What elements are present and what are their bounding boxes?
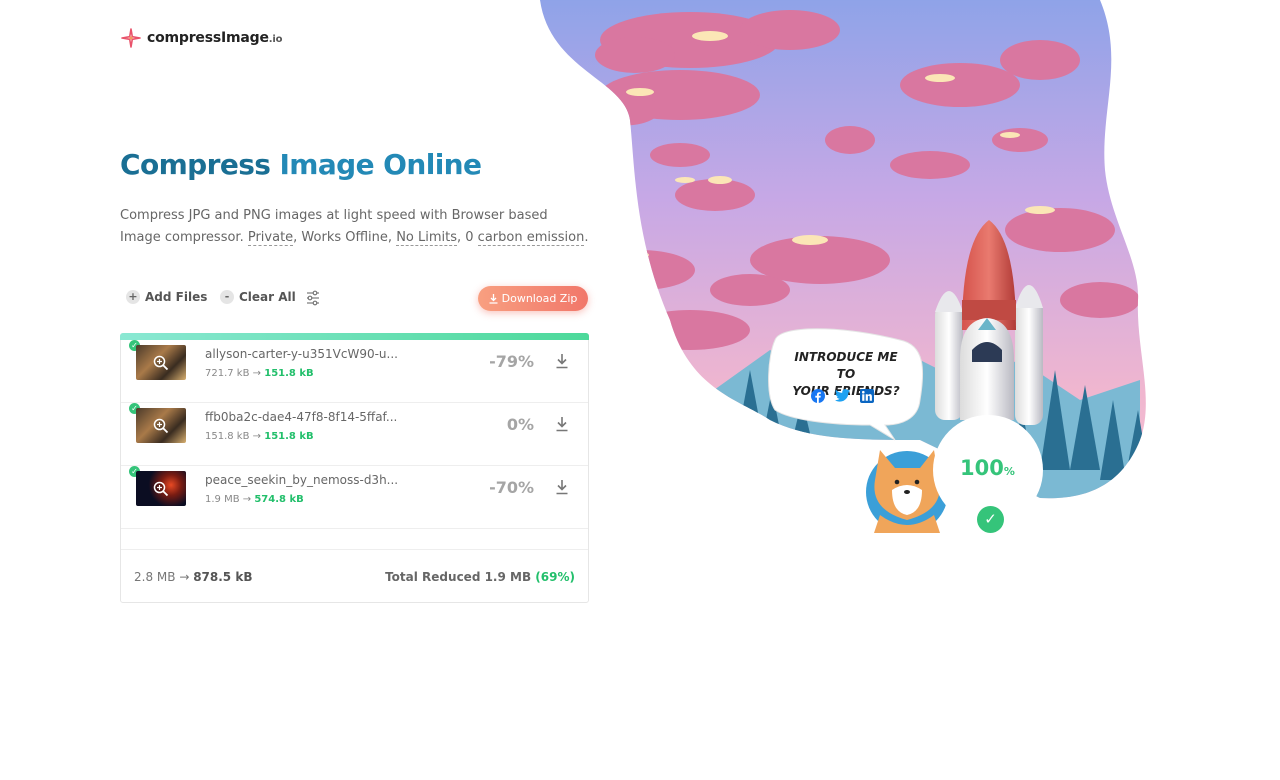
brand-name: compressImage.io bbox=[147, 30, 283, 46]
reduction-percent: 0% bbox=[506, 415, 534, 434]
completion-percent: 100% bbox=[960, 456, 1015, 480]
summary-footer: 2.8 MB → 878.5 kB Total Reduced 1.9 MB (… bbox=[121, 549, 588, 602]
private-link[interactable]: Private bbox=[247, 230, 294, 246]
file-thumbnail[interactable] bbox=[136, 345, 186, 380]
file-row: ✓ allyson-carter-y-u351VcW90-u... 721.7 … bbox=[121, 340, 588, 403]
zoom-icon bbox=[153, 355, 169, 371]
reduction-percent: -70% bbox=[489, 478, 534, 497]
page-title: Compress Image Online bbox=[120, 148, 482, 181]
check-circle-icon: ✓ bbox=[977, 506, 1004, 533]
hero-illustration bbox=[540, 0, 1160, 560]
rocket-scene-image bbox=[540, 0, 1146, 538]
file-name: allyson-carter-y-u351VcW90-u... bbox=[205, 347, 398, 361]
page-description: Compress JPG and PNG images at light spe… bbox=[120, 208, 589, 246]
share-buttons bbox=[811, 389, 874, 403]
brand-tld: .io bbox=[268, 34, 283, 45]
download-icon bbox=[489, 293, 498, 304]
file-thumbnail[interactable] bbox=[136, 471, 186, 506]
sparkle-logo-icon bbox=[121, 28, 141, 48]
brand-logo[interactable]: compressImage.io bbox=[121, 28, 282, 48]
add-files-button[interactable]: + Add Files bbox=[126, 290, 207, 304]
file-name: peace_seekin_by_nemoss-d3h... bbox=[205, 473, 399, 487]
files-panel: ✓ allyson-carter-y-u351VcW90-u... 721.7 … bbox=[120, 333, 589, 603]
clear-all-label: Clear All bbox=[239, 290, 296, 304]
add-files-label: Add Files bbox=[145, 290, 208, 304]
file-sizes: 1.9 MB → 574.8 kB bbox=[205, 494, 304, 505]
linkedin-icon[interactable] bbox=[860, 389, 874, 403]
file-thumbnail[interactable] bbox=[136, 408, 186, 443]
toolbar: + Add Files - Clear All Download Zip bbox=[120, 283, 588, 313]
zoom-icon bbox=[153, 481, 169, 497]
clear-all-button[interactable]: - Clear All bbox=[220, 290, 296, 304]
minus-icon: - bbox=[220, 290, 234, 304]
file-row: ✓ ffb0ba2c-dae4-47f8-8f14-5ffaf... 151.8… bbox=[121, 403, 588, 466]
zoom-icon bbox=[153, 418, 169, 434]
file-row: ✓ peace_seekin_by_nemoss-d3h... 1.9 MB →… bbox=[121, 466, 588, 529]
plus-icon: + bbox=[126, 290, 140, 304]
facebook-icon[interactable] bbox=[811, 389, 825, 403]
sliders-icon[interactable] bbox=[306, 290, 320, 306]
file-sizes: 151.8 kB → 151.8 kB bbox=[205, 431, 314, 442]
compression-progress-bar bbox=[120, 333, 589, 340]
file-name: ffb0ba2c-dae4-47f8-8f14-5ffaf... bbox=[205, 410, 398, 424]
file-sizes: 721.7 kB → 151.8 kB bbox=[205, 368, 314, 379]
total-reduced: Total Reduced 1.9 MB (69%) bbox=[385, 570, 575, 584]
reduction-percent: -79% bbox=[489, 352, 534, 371]
total-sizes: 2.8 MB → 878.5 kB bbox=[134, 570, 253, 584]
no-limits-link[interactable]: No Limits bbox=[396, 230, 457, 246]
twitter-icon[interactable] bbox=[835, 389, 850, 402]
